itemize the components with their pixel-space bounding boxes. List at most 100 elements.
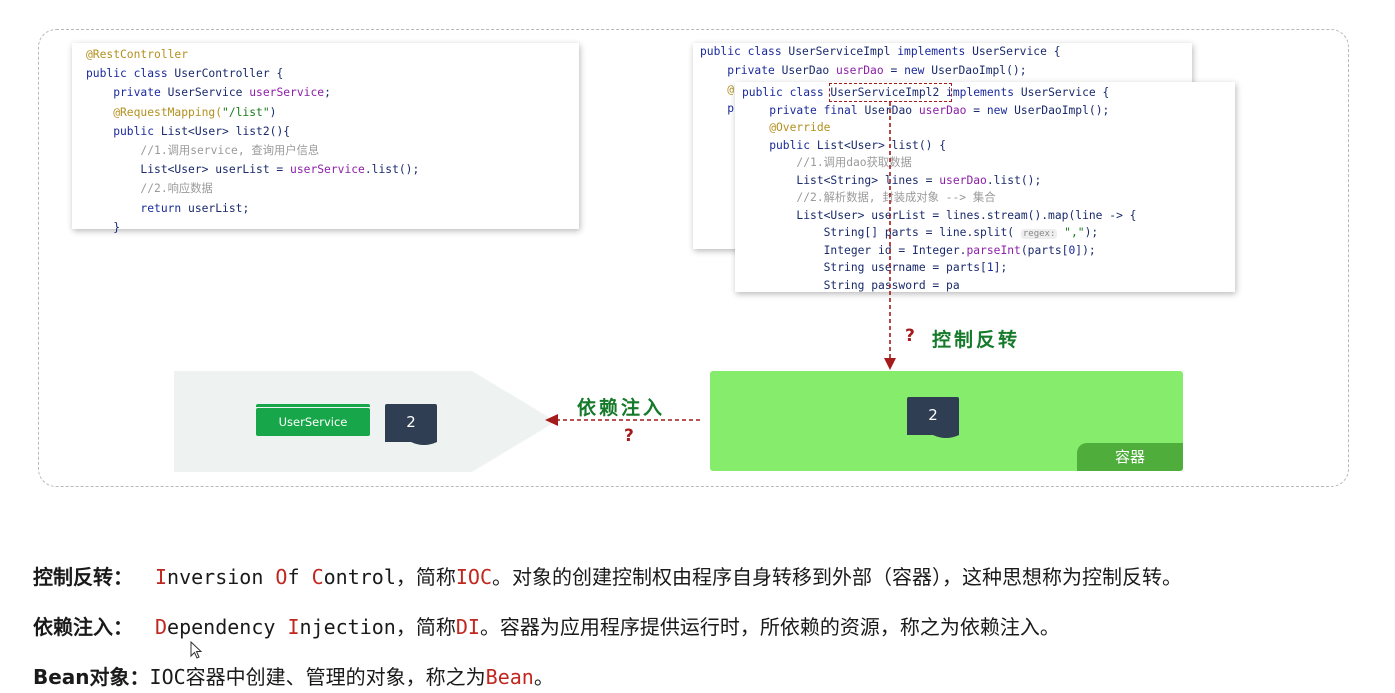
code-line: p <box>700 102 734 116</box>
bean-period: 。 <box>533 665 554 689</box>
code-line: @Override <box>742 121 830 135</box>
di-abbreviation: DI <box>455 615 480 639</box>
code-token: @ <box>700 83 735 96</box>
code-line: public List<User> list() { <box>742 139 946 153</box>
code-token: @Override <box>742 121 831 134</box>
left-document-number: 2 <box>406 413 416 431</box>
code-token: ]); <box>1075 243 1096 257</box>
bean-abbreviation: Bean <box>485 665 534 689</box>
di-word-njection: njection <box>299 615 396 639</box>
code-token: @RequestMapping( <box>86 105 223 119</box>
code-token: //2.响应数据 <box>86 182 213 196</box>
di-question-mark: ? <box>624 426 634 446</box>
mouse-cursor-icon <box>190 641 203 659</box>
ioc-letter-i: I <box>155 565 168 589</box>
code-token: private <box>86 86 168 100</box>
code-line: //2.响应数据 <box>86 182 213 196</box>
code-line: public class UserController { <box>86 67 283 81</box>
code-line: @RestController <box>86 48 188 62</box>
code-token: UserDaoImpl(); <box>1014 103 1110 117</box>
code-token: 1 <box>986 261 994 274</box>
code-token: UserController { <box>174 67 284 81</box>
code-token: public <box>742 138 817 152</box>
code-token: "," <box>1057 226 1085 239</box>
controller-code-card: @RestController public class UserControll… <box>72 43 579 234</box>
code-token: .list(); <box>364 163 420 177</box>
impl2-highlight-box <box>829 83 952 102</box>
code-line: @RequestMapping("/list") <box>86 106 276 120</box>
code-token: UserService { <box>1020 86 1110 99</box>
code-token: userList; <box>188 201 250 215</box>
code-token: new <box>904 64 932 77</box>
container-document-icon: 2 <box>907 397 959 435</box>
code-token: implements <box>946 86 1021 99</box>
code-token: String[] parts = line.split( <box>742 226 1021 239</box>
code-token: List<String> lines = <box>742 173 940 187</box>
code-token: ); <box>1084 226 1099 239</box>
di-term: 依赖注入： <box>33 615 133 639</box>
code-token: = <box>883 64 905 77</box>
userservice-tag: UserService <box>256 404 370 436</box>
code-line: String password = pa <box>742 279 960 293</box>
ioc-question-mark: ? <box>905 326 915 346</box>
code-token: ]; <box>993 261 1008 274</box>
code-line: } <box>86 221 120 235</box>
ioc-abbreviation: IOC <box>455 565 492 589</box>
ioc-word-nversion: nversion <box>167 565 276 589</box>
code-line: List<User> userList = lines.stream().map… <box>742 209 1136 223</box>
code-token: new <box>986 103 1015 117</box>
di-word-ependency: ependency <box>167 615 288 639</box>
code-token: Integer id = Integer. <box>742 243 967 257</box>
code-line: public List<User> list2(){ <box>86 125 290 139</box>
bean-term: Bean对象： <box>33 665 150 689</box>
code-token: //1.调用dao获取数据 <box>742 156 912 169</box>
code-token: List<User> list() { <box>816 138 947 152</box>
code-token: List<User> userList = lines.stream().map… <box>742 208 1137 222</box>
code-token: userDao <box>836 64 884 77</box>
code-line: private final UserDao userDao = new User… <box>742 104 1109 118</box>
code-token: List<User> list2(){ <box>160 124 291 138</box>
code-line: return userList; <box>86 202 249 216</box>
code-token: userService <box>249 86 325 100</box>
ioc-definition: 控制反转： Inversion Of Control，简称IOC。对象的创建控制权… <box>33 561 1182 590</box>
code-line: private UserService userService; <box>86 86 331 100</box>
code-token: "/list" <box>222 105 270 119</box>
di-letter-d: D <box>155 615 168 639</box>
code-line: List<String> lines = userDao.list(); <box>742 174 1041 188</box>
code-token: public class <box>86 67 175 81</box>
bean-description: IOC容器中创建、管理的对象，称之为 <box>149 665 486 689</box>
code-line: //2.解析数据, 封装成对象 --> 集合 <box>742 191 996 205</box>
ioc-letter-o: O <box>275 565 288 589</box>
code-token: //2.解析数据, 封装成对象 --> 集合 <box>742 191 996 204</box>
code-token: UserServiceImpl <box>788 45 898 58</box>
ioc-word-f: f <box>287 565 312 589</box>
code-line: public class UserServiceImpl implements … <box>700 45 1061 59</box>
code-line: String username = parts[1]; <box>742 261 1008 275</box>
code-token: UserService <box>167 86 250 100</box>
code-token: private <box>700 64 782 77</box>
di-annotation-label: 依赖注入 <box>577 397 666 419</box>
code-token: parseInt <box>966 243 1021 257</box>
code-token: //1.调用service, 查询用户信息 <box>86 144 320 157</box>
code-token: userDao <box>918 103 967 117</box>
ioc-word-ontrol: ontrol <box>323 565 396 589</box>
code-token: UserDaoImpl(); <box>931 64 1027 77</box>
code-token: List<User> userList = <box>86 163 291 177</box>
code-token: userDao <box>939 173 987 187</box>
code-line: private UserDao userDao = new UserDaoImp… <box>700 64 1027 78</box>
code-token: .list(); <box>986 173 1042 187</box>
di-definition: 依赖注入： Dependency Injection，简称DI。容器为应用程序提供… <box>33 611 1060 640</box>
code-token: (parts[ <box>1020 243 1069 257</box>
code-token: @RestController <box>86 48 189 61</box>
code-token: String username = parts[ <box>742 261 987 274</box>
container-document-number: 2 <box>928 406 938 424</box>
service-impl2-code-card: public class UserServiceImpl2 implements… <box>735 82 1235 292</box>
ioc-letter-c: C <box>311 565 324 589</box>
code-token: userService <box>290 163 365 177</box>
ioc-annotation-label: 控制反转 <box>932 329 1021 351</box>
code-token: regex: <box>1020 229 1058 239</box>
di-letter-i: I <box>287 615 300 639</box>
container-label: 容器 <box>1077 443 1183 471</box>
di-description: 。容器为应用程序提供运行时，所依赖的资源，称之为依赖注入。 <box>479 615 1060 639</box>
bean-definition: Bean对象：IOC容器中创建、管理的对象，称之为Bean。 <box>33 661 554 690</box>
